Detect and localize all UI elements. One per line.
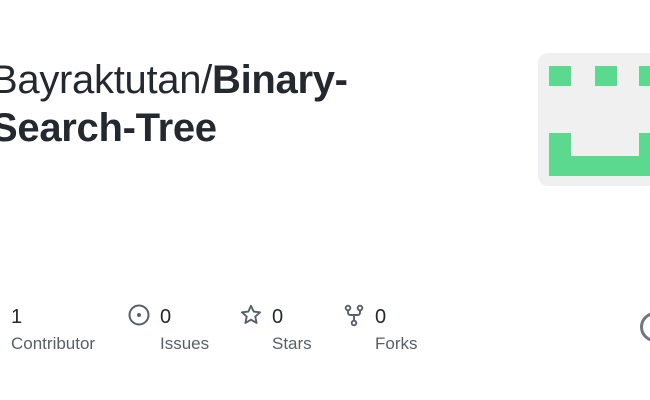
issues-count[interactable]: 0 <box>160 305 171 329</box>
star-icon <box>241 304 261 324</box>
stars-label[interactable]: Stars <box>272 334 312 354</box>
repo-name-part-2: Search-Tree <box>0 106 217 150</box>
repo-owner: Bayraktutan/ <box>0 58 212 102</box>
contributors-label[interactable]: Contributor <box>11 334 95 354</box>
repo-title[interactable]: Bayraktutan/Binary- Search-Tree <box>0 56 411 152</box>
forks-count[interactable]: 0 <box>375 305 386 329</box>
identicon-block <box>549 156 650 176</box>
owner-identicon <box>538 53 650 186</box>
identicon-block <box>595 66 617 86</box>
repo-name-part-1: Binary- <box>211 58 348 102</box>
identicon-block <box>549 66 571 86</box>
contributors-count[interactable]: 1 <box>11 305 22 329</box>
identicon-block <box>639 66 650 86</box>
github-logo-icon <box>640 312 650 342</box>
forks-label[interactable]: Forks <box>375 334 418 354</box>
repo-title-line-1: Bayraktutan/Binary- <box>0 56 411 104</box>
issues-label[interactable]: Issues <box>160 334 209 354</box>
identicon-block <box>639 133 650 176</box>
issue-opened-icon <box>128 304 150 326</box>
repo-social-card: Bayraktutan/Binary- Search-Tree 1 Contri… <box>0 0 650 400</box>
repo-forked-icon <box>344 304 364 327</box>
stars-count[interactable]: 0 <box>272 305 283 329</box>
